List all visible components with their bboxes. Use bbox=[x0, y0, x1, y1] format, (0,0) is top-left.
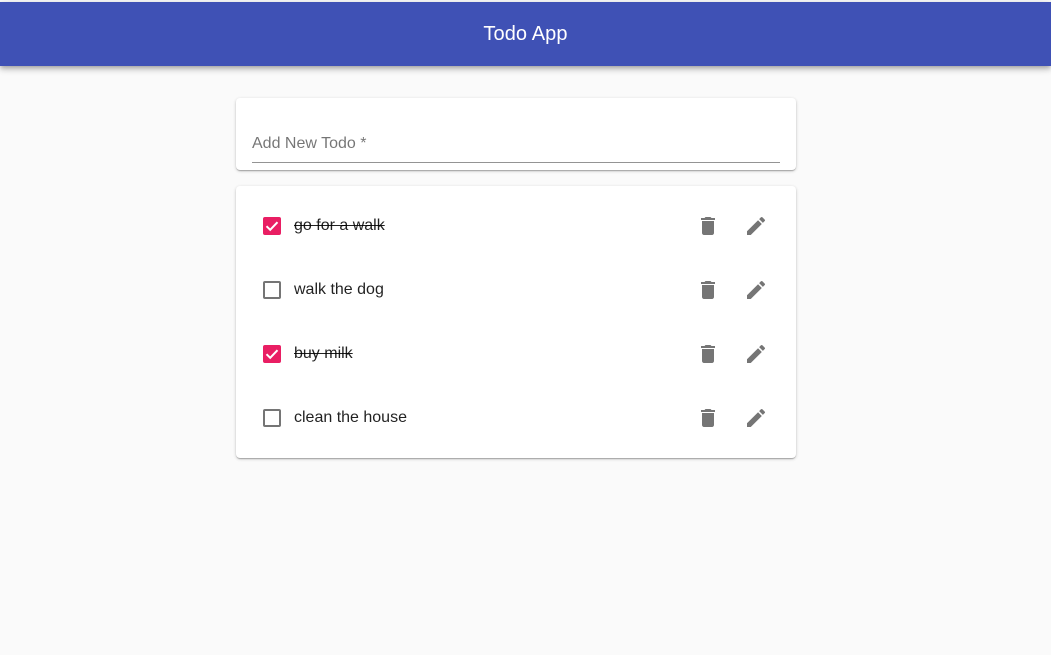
todo-text: walk the dog bbox=[294, 281, 384, 298]
edit-button[interactable] bbox=[744, 342, 768, 366]
pencil-icon bbox=[747, 408, 766, 427]
edit-button[interactable] bbox=[744, 278, 768, 302]
pencil-icon bbox=[747, 344, 766, 363]
todo-text: clean the house bbox=[294, 409, 407, 426]
edit-button[interactable] bbox=[744, 406, 768, 430]
todo-item[interactable]: go for a walk bbox=[236, 194, 796, 258]
new-todo-input[interactable] bbox=[252, 126, 780, 162]
app-title: Todo App bbox=[483, 22, 568, 45]
delete-button[interactable] bbox=[696, 278, 720, 302]
trash-icon bbox=[701, 409, 715, 427]
trash-icon bbox=[701, 217, 715, 235]
todo-checkbox[interactable] bbox=[263, 217, 281, 235]
todo-checkbox[interactable] bbox=[263, 345, 281, 363]
pencil-icon bbox=[747, 280, 766, 299]
new-todo-card bbox=[236, 98, 796, 170]
app-bar: Todo App bbox=[0, 2, 1051, 66]
new-todo-field[interactable] bbox=[252, 126, 780, 163]
delete-button[interactable] bbox=[696, 406, 720, 430]
check-icon bbox=[265, 221, 279, 232]
edit-button[interactable] bbox=[744, 214, 768, 238]
todo-item[interactable]: walk the dog bbox=[236, 258, 796, 322]
todo-checkbox[interactable] bbox=[263, 281, 281, 299]
todo-item[interactable]: clean the house bbox=[236, 386, 796, 450]
check-icon bbox=[265, 349, 279, 360]
todo-text: buy milk bbox=[294, 345, 353, 362]
todo-text: go for a walk bbox=[294, 217, 385, 234]
delete-button[interactable] bbox=[696, 214, 720, 238]
delete-button[interactable] bbox=[696, 342, 720, 366]
todo-item[interactable]: buy milk bbox=[236, 322, 796, 386]
trash-icon bbox=[701, 345, 715, 363]
todo-checkbox[interactable] bbox=[263, 409, 281, 427]
trash-icon bbox=[701, 281, 715, 299]
todo-list: go for a walk walk the dog buy milk clea… bbox=[236, 186, 796, 458]
pencil-icon bbox=[747, 216, 766, 235]
